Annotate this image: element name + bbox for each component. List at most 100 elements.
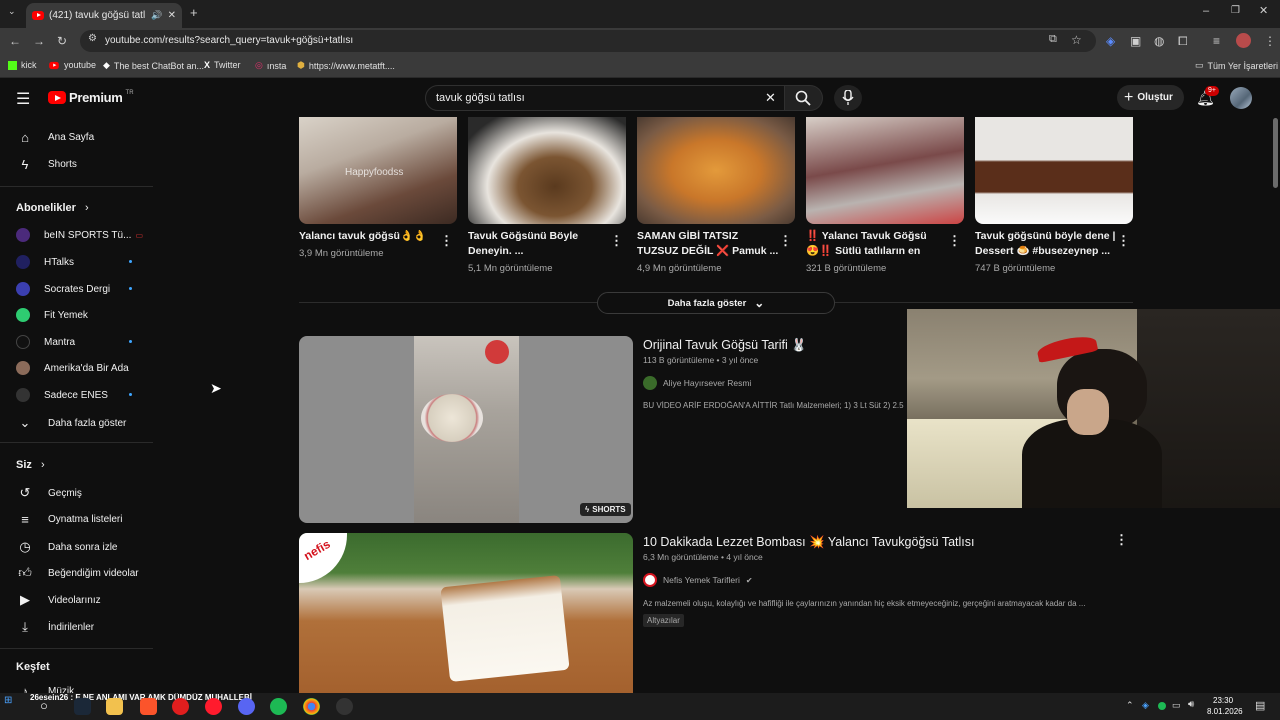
notifications-button[interactable]: 🔔︎ 9+ (1196, 86, 1219, 107)
short-title[interactable]: Tavuk göğsünü böyle dene | Dessert 🍮 #bu… (975, 229, 1117, 259)
clear-search-icon[interactable]: ✕ (765, 90, 776, 106)
taskbar-search-icon[interactable]: ○ (40, 698, 57, 715)
sidebar-item-your-videos[interactable]: ▶ Videolarınız (16, 592, 101, 608)
page-scrollbar[interactable] (1273, 118, 1278, 188)
account-avatar[interactable] (1230, 87, 1252, 109)
sidebar-item-playlists[interactable]: ≡ Oynatma listeleri (16, 512, 122, 527)
sidebar-sub-bein[interactable]: beIN SPORTS Tü... ▭ (16, 228, 143, 242)
taskbar-chrome-icon[interactable] (303, 698, 320, 715)
sidebar-sub-mantra[interactable]: Mantra (16, 335, 75, 349)
close-window-icon[interactable]: ✕ (1259, 6, 1268, 17)
reload-icon[interactable]: ↻ (57, 35, 67, 47)
short-title[interactable]: ‼️ Yalancı Tavuk Göğsü 😍‼️ Sütlü tatlıla… (806, 229, 948, 259)
media-control-icon[interactable]: ≡ (1213, 35, 1220, 47)
create-button[interactable]: + Oluştur (1117, 85, 1184, 110)
short-more-icon[interactable]: ⋮ (1117, 233, 1130, 249)
short-more-icon[interactable]: ⋮ (948, 233, 961, 249)
bookmark-insta[interactable]: ◎ ınsta (255, 60, 286, 71)
extension-translate-icon[interactable]: ◈ (1106, 35, 1115, 47)
windows-start-icon[interactable]: ⊞ (4, 695, 12, 706)
taskbar-media-icon[interactable] (172, 698, 189, 715)
tray-chevron-icon[interactable]: ⌃ (1126, 700, 1134, 711)
tab-search-icon[interactable]: ⌄ (8, 7, 16, 16)
clock-time[interactable]: 23:30 (1213, 696, 1233, 705)
video-thumbnail[interactable]: ϟ SHORTS (299, 336, 633, 523)
you-header[interactable]: Siz › (16, 459, 45, 471)
bookmark-youtube[interactable]: youtube (48, 60, 96, 70)
taskbar-steam-icon[interactable] (74, 698, 91, 715)
voice-search-button[interactable] (834, 85, 862, 111)
short-thumbnail[interactable] (637, 117, 795, 224)
address-bar[interactable]: ⚙ youtube.com/results?search_query=tavuk… (80, 30, 1096, 52)
taskbar-obs-icon[interactable] (336, 698, 353, 715)
video-more-icon[interactable]: ⋮ (1115, 532, 1128, 548)
extensions-puzzle-icon[interactable]: ⧠ (1178, 35, 1188, 47)
short-title[interactable]: Tavuk Göğsünü Böyle Deneyin. ... (468, 229, 610, 259)
extension-game-icon[interactable]: ◍ (1154, 35, 1164, 47)
channel-link[interactable]: Nefis Yemek Tarifleri ✔ (643, 573, 753, 587)
video-thumbnail[interactable]: nefis (299, 533, 633, 693)
short-more-icon[interactable]: ⋮ (440, 233, 453, 249)
bookmark-metatft[interactable]: ⬢ https://www.metatft.... (297, 60, 395, 71)
notification-center-icon[interactable]: ▤ (1255, 699, 1265, 712)
search-button[interactable] (785, 85, 823, 111)
search-box[interactable]: tavuk göğsü tatlısı ✕ (425, 85, 785, 111)
tab-close-icon[interactable]: ✕ (168, 10, 176, 21)
bookmark-twitter[interactable]: X Twitter (204, 60, 241, 70)
short-title[interactable]: SAMAN GİBİ TATSIZ TUZSUZ DEĞİL ❌ Pamuk .… (637, 229, 779, 259)
sidebar-sub-enes[interactable]: Sadece ENES (16, 388, 108, 402)
tab-audio-icon[interactable]: 🔊 (151, 10, 162, 21)
channel-link[interactable]: Aliye Hayırsever Resmi (643, 376, 751, 390)
short-more-icon[interactable]: ⋮ (779, 233, 792, 249)
short-thumbnail[interactable] (806, 117, 964, 224)
taskbar-opera-icon[interactable] (205, 698, 222, 715)
sidebar-item-downloads[interactable]: ⤓ İndirilenler (16, 619, 94, 635)
tray-spotify-icon[interactable] (1158, 702, 1166, 710)
profile-avatar[interactable] (1236, 33, 1251, 48)
menu-hamburger-icon[interactable]: ☰ (16, 89, 30, 109)
taskbar-discord-icon[interactable] (238, 698, 255, 715)
video-title[interactable]: 10 Dakikada Lezzet Bombası 💥 Yalancı Tav… (643, 535, 975, 550)
subscriptions-header[interactable]: Abonelikler › (16, 202, 89, 214)
forward-icon[interactable]: → (33, 35, 45, 47)
minimize-icon[interactable]: – (1203, 6, 1209, 17)
short-thumbnail[interactable]: Happyfoodss (299, 117, 457, 224)
sidebar-item-shorts[interactable]: ϟ Shorts (16, 157, 77, 172)
sidebar-item-liked[interactable]: 👍︎ Beğendiğim videolar (16, 565, 138, 581)
youtube-logo[interactable]: Premium TR (48, 90, 134, 105)
sidebar-item-home[interactable]: ⌂ Ana Sayfa (16, 130, 94, 145)
short-more-icon[interactable]: ⋮ (610, 233, 623, 249)
video-title[interactable]: Orijinal Tavuk Göğsü Tarifi 🐰 (643, 338, 807, 353)
short-thumbnail[interactable] (975, 117, 1133, 224)
bookmark-kick[interactable]: kick (8, 60, 37, 70)
browser-tab[interactable]: (421) tavuk göğsü tatlısı - YouTube 🔊 ✕ (26, 3, 182, 28)
taskbar-spotify-icon[interactable] (270, 698, 287, 715)
sidebar-item-history[interactable]: ↺ Geçmiş (16, 485, 82, 501)
sidebar-sub-htalks[interactable]: HTalks (16, 255, 74, 269)
sidebar-sub-socrates[interactable]: Socrates Dergi (16, 282, 110, 296)
bookmark-star-icon[interactable]: ☆ (1071, 34, 1082, 46)
back-icon[interactable]: ← (9, 35, 21, 47)
bookmark-chatbot[interactable]: ◆ The best ChatBot an... (103, 60, 204, 71)
volume-icon[interactable]: 🔊︎ (1188, 699, 1194, 710)
all-bookmarks[interactable]: ▭ Tüm Yer İşaretleri (1195, 60, 1278, 71)
sidebar-sub-fityemek[interactable]: Fit Yemek (16, 308, 88, 322)
short-thumbnail[interactable] (468, 117, 626, 224)
new-tab-icon[interactable]: + (190, 6, 198, 19)
extension-video-icon[interactable]: ▣ (1130, 35, 1141, 47)
sidebar-show-more[interactable]: ⌄ Daha fazla göster (16, 415, 127, 431)
network-icon[interactable]: ▭ (1172, 700, 1181, 711)
taskbar-brave-icon[interactable] (140, 698, 157, 715)
sidebar-sub-amerika[interactable]: Amerika'da Bir Ada (16, 361, 129, 375)
shorts-show-more-button[interactable]: Daha fazla göster ⌄ (597, 292, 835, 314)
tray-app-icon[interactable]: ◈ (1142, 700, 1149, 711)
search-input[interactable]: tavuk göğsü tatlısı (436, 92, 525, 104)
short-title[interactable]: Yalancı tavuk göğsü👌👌 (299, 229, 441, 244)
taskbar-explorer-icon[interactable] (106, 698, 123, 715)
browser-menu-icon[interactable]: ⋮ (1264, 35, 1276, 47)
site-info-icon[interactable]: ⚙ (88, 34, 97, 44)
clock-date[interactable]: 8.01.2026 (1207, 707, 1243, 716)
maximize-icon[interactable]: ❐ (1231, 6, 1240, 16)
sidebar-item-watch-later[interactable]: ◷ Daha sonra izle (16, 539, 117, 555)
cast-icon[interactable]: ⧉ (1049, 34, 1057, 45)
